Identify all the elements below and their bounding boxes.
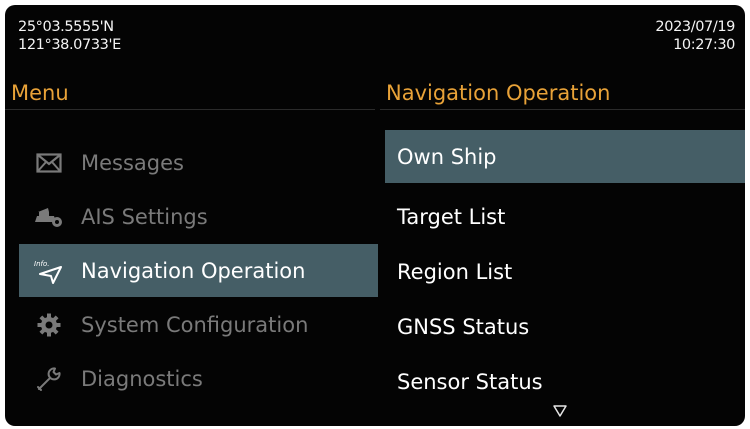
time-readout: 10:27:30 — [673, 37, 735, 53]
nav-item-label: Region List — [397, 259, 513, 284]
nav-item-label: GNSS Status — [397, 314, 530, 339]
menu-item-label: Messages — [81, 150, 184, 175]
menu-item-system-configuration[interactable]: System Configuration — [19, 298, 378, 351]
gear-icon — [33, 312, 65, 338]
envelope-icon — [33, 150, 65, 176]
latitude-readout: 25°03.5555'N — [18, 19, 114, 35]
menu-item-navigation-operation[interactable]: Info. Navigation Operation — [19, 244, 378, 297]
nav-item-label: Sensor Status — [397, 369, 543, 394]
menu-item-label: Navigation Operation — [81, 258, 306, 283]
nav-item-gnss-status[interactable]: GNSS Status — [385, 300, 745, 353]
ais-display-screen: 25°03.5555'N 121°38.0733'E 2023/07/19 10… — [5, 5, 745, 426]
svg-text:Info.: Info. — [34, 260, 49, 268]
nav-item-region-list[interactable]: Region List — [385, 245, 745, 298]
nav-title-divider — [380, 109, 745, 110]
nav-item-own-ship[interactable]: Own Ship — [385, 130, 745, 183]
nav-item-sensor-status[interactable]: Sensor Status — [385, 355, 745, 408]
nav-item-target-list[interactable]: Target List — [385, 190, 745, 243]
nav-item-label: Target List — [397, 204, 506, 229]
menu-item-label: System Configuration — [81, 312, 309, 337]
menu-item-ais-settings[interactable]: AIS Settings — [19, 190, 378, 243]
longitude-readout: 121°38.0733'E — [18, 37, 121, 53]
ais-settings-icon — [33, 204, 65, 230]
menu-title-divider — [5, 109, 375, 110]
nav-item-label: Own Ship — [397, 144, 497, 169]
menu-item-label: AIS Settings — [81, 204, 208, 229]
status-bar: 25°03.5555'N 121°38.0733'E 2023/07/19 10… — [5, 5, 745, 69]
chevron-down-icon[interactable] — [552, 404, 568, 418]
menu-item-messages[interactable]: Messages — [19, 136, 378, 189]
menu-title: Menu — [11, 81, 69, 105]
wrench-icon — [33, 366, 65, 392]
info-navigation-icon: Info. — [33, 258, 65, 284]
date-readout: 2023/07/19 — [655, 19, 735, 35]
menu-item-diagnostics[interactable]: Diagnostics — [19, 352, 378, 405]
navigation-operation-title: Navigation Operation — [386, 81, 611, 105]
menu-item-label: Diagnostics — [81, 366, 203, 391]
